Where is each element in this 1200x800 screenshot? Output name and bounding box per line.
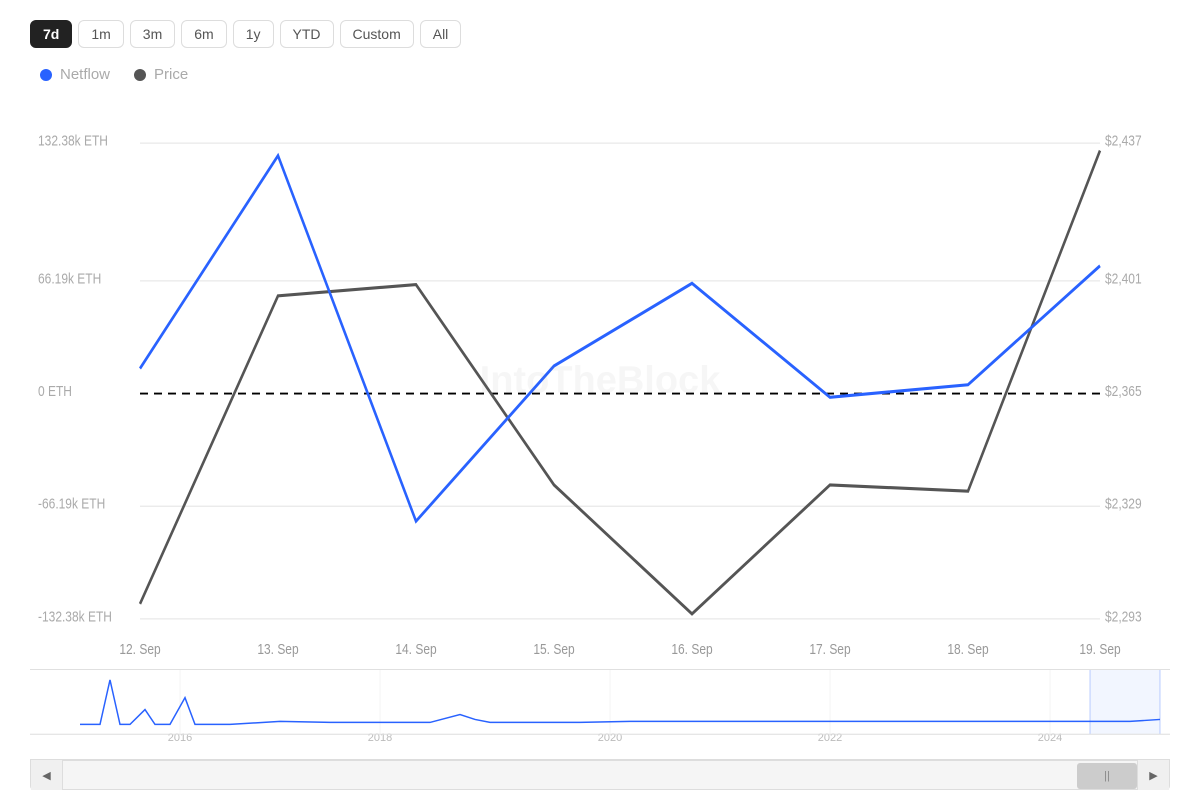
- x-label-3: 15. Sep: [533, 641, 574, 658]
- x-label-7: 19. Sep: [1079, 641, 1120, 658]
- btn-ytd[interactable]: YTD: [280, 20, 334, 48]
- btn-7d[interactable]: 7d: [30, 20, 72, 48]
- btn-custom[interactable]: Custom: [340, 20, 414, 48]
- chart-legend: Netflow Price: [30, 66, 1170, 83]
- y-right-label-1: $2,401: [1105, 270, 1142, 287]
- y-left-label-3: -66.19k ETH: [38, 495, 105, 512]
- x-label-5: 17. Sep: [809, 641, 850, 658]
- btn-1m[interactable]: 1m: [78, 20, 123, 48]
- mini-chart-svg: 2016 2018 2020 2022 2024: [30, 670, 1170, 759]
- x-label-1: 13. Sep: [257, 641, 298, 658]
- x-label-0: 12. Sep: [119, 641, 160, 658]
- main-container: 7d 1m 3m 6m 1y YTD Custom All Netflow Pr…: [0, 0, 1200, 800]
- btn-3m[interactable]: 3m: [130, 20, 175, 48]
- legend-dot-price: [134, 69, 146, 81]
- y-right-label-4: $2,293: [1105, 608, 1142, 625]
- y-left-label-4: -132.38k ETH: [38, 608, 112, 625]
- legend-netflow: Netflow: [40, 66, 110, 83]
- legend-dot-netflow: [40, 69, 52, 81]
- y-left-label-0: 132.38k ETH: [38, 132, 108, 149]
- scroll-track[interactable]: ||: [63, 761, 1137, 789]
- btn-all[interactable]: All: [420, 20, 462, 48]
- scrollbar: ◀ || ▶: [30, 760, 1170, 790]
- main-chart-svg: 132.38k ETH 66.19k ETH 0 ETH -66.19k ETH…: [30, 93, 1170, 669]
- mini-chart-area: 2016 2018 2020 2022 2024: [30, 670, 1170, 760]
- x-label-2: 14. Sep: [395, 641, 436, 658]
- scroll-thumb[interactable]: ||: [1077, 763, 1137, 789]
- legend-label-price: Price: [154, 66, 188, 83]
- y-left-label-2: 0 ETH: [38, 383, 72, 400]
- legend-label-netflow: Netflow: [60, 66, 110, 83]
- x-label-6: 18. Sep: [947, 641, 988, 658]
- time-range-bar: 7d 1m 3m 6m 1y YTD Custom All: [30, 20, 1170, 48]
- btn-1y[interactable]: 1y: [233, 20, 274, 48]
- x-label-4: 16. Sep: [671, 641, 712, 658]
- btn-6m[interactable]: 6m: [181, 20, 226, 48]
- chart-wrapper: IntoTheBlock 132.38k ETH 66.19k ETH 0 ET…: [30, 93, 1170, 790]
- y-right-label-0: $2,437: [1105, 132, 1142, 149]
- scroll-right-button[interactable]: ▶: [1137, 760, 1169, 790]
- price-line: [140, 151, 1100, 614]
- legend-price: Price: [134, 66, 188, 83]
- mini-netflow-line: [80, 680, 1160, 725]
- y-left-label-1: 66.19k ETH: [38, 270, 101, 287]
- main-chart-area: IntoTheBlock 132.38k ETH 66.19k ETH 0 ET…: [30, 93, 1170, 670]
- y-right-label-2: $2,365: [1105, 383, 1142, 400]
- scroll-left-button[interactable]: ◀: [31, 760, 63, 790]
- netflow-line: [140, 156, 1100, 522]
- y-right-label-3: $2,329: [1105, 495, 1142, 512]
